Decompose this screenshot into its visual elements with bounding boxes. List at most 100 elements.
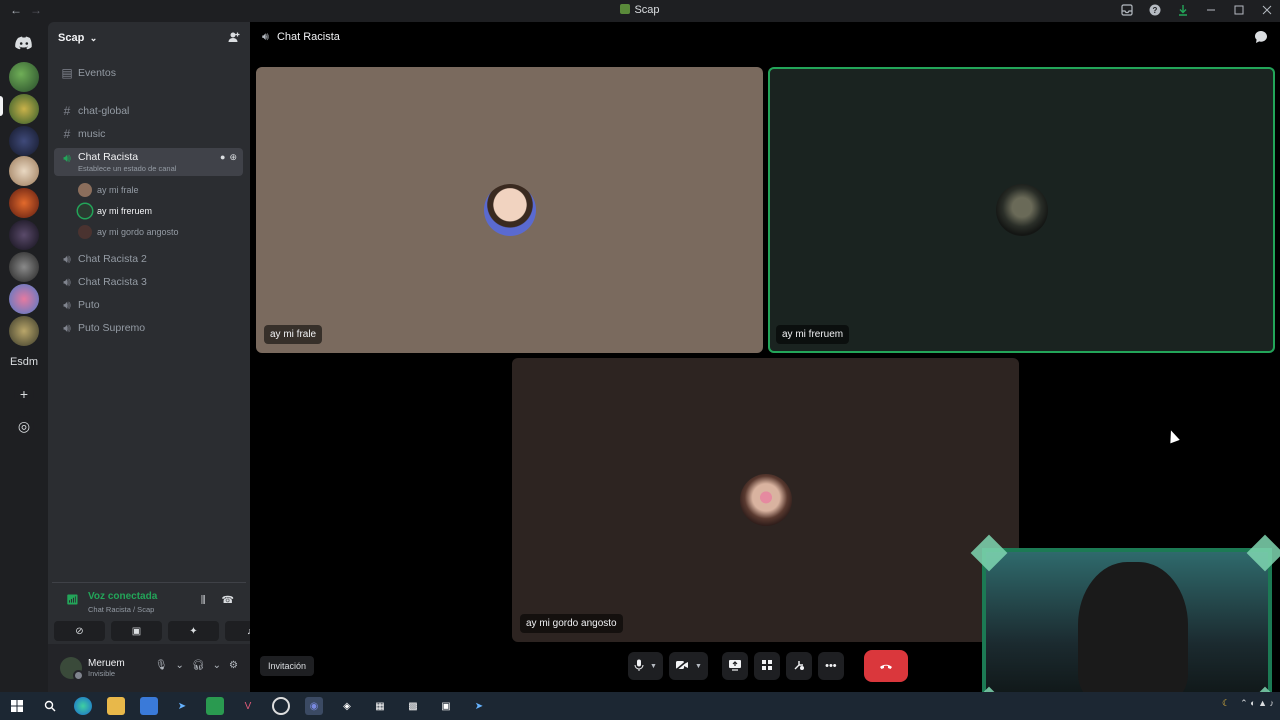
forward-arrow-icon[interactable]: → (30, 3, 42, 17)
app-icon[interactable]: ▩ (404, 697, 422, 715)
app-icon[interactable] (206, 697, 224, 715)
voice-connection-panel: 📶︎ Voz conectada Chat Racista / Scap ⫼ ☎… (52, 582, 276, 644)
chat-bubble-icon[interactable]: ● (220, 152, 225, 163)
window-title: Scap (0, 4, 1280, 16)
avatar[interactable] (60, 657, 84, 681)
mic-icon[interactable]: 🎙︎ (155, 660, 168, 671)
noise-suppression-icon[interactable]: ⫼ (201, 595, 206, 606)
server-icon[interactable] (9, 94, 39, 124)
server-name: Scap (58, 32, 85, 44)
channel-chat-racista-3[interactable]: 🔊︎ Chat Racista 3 (54, 272, 243, 292)
speaker-icon: 🔊︎ (63, 274, 71, 289)
activities-icon[interactable]: ✦ (168, 621, 219, 641)
obs-icon[interactable] (272, 697, 290, 715)
activities-icon (761, 659, 773, 674)
video-tile[interactable]: ay mi freruem (768, 67, 1275, 353)
add-user-icon[interactable] (228, 31, 240, 46)
tray-icons[interactable]: ⌃ ◐ ▲ ♪ (1240, 698, 1274, 709)
add-member-icon[interactable]: ⊕ (229, 152, 237, 163)
moon-icon[interactable]: ☾ (1222, 698, 1230, 709)
file-explorer-icon[interactable] (107, 697, 125, 715)
download-icon[interactable] (1176, 3, 1190, 17)
channel-status[interactable]: Establece un estado de canal (78, 164, 176, 173)
speaker-icon: 🔊︎ (63, 151, 71, 165)
voice-user[interactable]: ay mi frale (78, 181, 139, 199)
app-icon[interactable]: ▦ (371, 697, 389, 715)
chevron-down-icon[interactable]: ▼ (650, 663, 657, 670)
signal-icon[interactable]: 📶︎ (66, 595, 79, 606)
gear-icon[interactable]: ⚙ (229, 660, 238, 671)
chevron-down-icon[interactable]: ⌄ (176, 660, 184, 671)
app-icon[interactable]: V (239, 697, 257, 715)
discover-icon[interactable]: ◎ (14, 416, 34, 436)
invite-button[interactable]: Invitación (260, 656, 315, 676)
channel-events[interactable]: ▤ Eventos (54, 63, 243, 83)
server-icon[interactable] (9, 156, 39, 186)
store-icon[interactable] (140, 697, 158, 715)
screen-share-button[interactable] (721, 652, 748, 680)
username[interactable]: Meruem (88, 658, 125, 669)
server-icon[interactable] (9, 252, 39, 282)
server-header[interactable]: Scap ⌄ (48, 22, 250, 54)
discord-taskbar-icon[interactable]: ◉ (305, 697, 323, 715)
channel-label: Puto (78, 299, 100, 311)
chevron-down-icon[interactable]: ⌄ (213, 660, 221, 671)
activities-button[interactable] (753, 652, 780, 680)
voice-status[interactable]: Voz conectada (88, 591, 157, 602)
maximize-icon[interactable] (1232, 3, 1246, 17)
avatar (78, 225, 92, 239)
speaker-icon: 🔊︎ (262, 30, 269, 43)
voice-user[interactable]: ay mi freruem (78, 202, 152, 220)
screen-share-icon[interactable]: ▣ (111, 621, 162, 641)
server-icon[interactable] (9, 188, 39, 218)
camera-off-icon (675, 658, 689, 674)
soundboard-button[interactable] (785, 652, 812, 680)
app-icon[interactable]: ◈ (338, 697, 356, 715)
edge-browser-icon[interactable] (74, 697, 92, 715)
help-icon[interactable]: ? (1148, 3, 1162, 17)
headphones-icon[interactable]: 🎧︎ (192, 660, 205, 671)
channel-title: Chat Racista (276, 31, 340, 43)
server-icon[interactable] (9, 284, 39, 314)
add-server-icon[interactable]: + (14, 384, 34, 404)
windows-start-icon[interactable] (8, 697, 26, 715)
server-icon[interactable] (9, 220, 39, 250)
back-arrow-icon[interactable]: ← (10, 3, 22, 17)
channel-chat-global[interactable]: # chat-global (54, 101, 243, 121)
server-text-icon[interactable]: Esdm (4, 356, 44, 368)
more-icon: ••• (825, 660, 837, 672)
inbox-icon[interactable] (1120, 3, 1134, 17)
mic-button[interactable]: ▼ (628, 652, 663, 680)
chevron-down-icon[interactable]: ▼ (695, 663, 702, 670)
steam-icon[interactable]: ➤ (173, 697, 191, 715)
speaker-icon: 🔊︎ (63, 251, 71, 266)
channel-music[interactable]: # music (54, 124, 243, 144)
minimize-icon[interactable] (1204, 3, 1218, 17)
hangup-button[interactable] (863, 650, 908, 682)
close-icon[interactable] (1260, 3, 1274, 17)
channel-chat-racista[interactable]: 🔊︎ Chat Racista Establece un estado de c… (54, 148, 243, 176)
chevron-down-icon: ⌄ (87, 33, 98, 43)
channel-puto-supremo[interactable]: 🔊︎ Puto Supremo (54, 318, 243, 338)
camera-button[interactable]: ▼ (668, 652, 708, 680)
discord-icon[interactable] (8, 27, 40, 59)
app-icon[interactable]: ▣ (437, 697, 455, 715)
camera-off-icon[interactable]: ⊘ (54, 621, 105, 641)
steam-icon[interactable]: ➤ (470, 697, 488, 715)
server-icon[interactable] (9, 316, 39, 346)
crystal-decoration (1246, 534, 1280, 572)
search-icon[interactable] (41, 697, 59, 715)
server-icon[interactable] (9, 126, 39, 156)
nav-controls: ← → (10, 3, 42, 17)
server-icon[interactable] (9, 62, 39, 92)
video-tile[interactable]: ay mi frale (256, 67, 763, 353)
disconnect-icon[interactable]: ☎ (222, 595, 234, 606)
video-tile[interactable]: ay mi gordo angosto (512, 358, 1019, 642)
voice-user[interactable]: ay mi gordo angosto (78, 223, 179, 241)
channel-puto[interactable]: 🔊︎ Puto (54, 295, 243, 315)
more-button[interactable]: ••• (817, 652, 844, 680)
channel-chat-racista-2[interactable]: 🔊︎ Chat Racista 2 (54, 249, 243, 269)
voice-panel-actions: ⫼ ☎ (201, 595, 234, 606)
chat-bubble-icon[interactable] (1254, 30, 1268, 47)
calendar-icon: ▤ (61, 66, 73, 80)
